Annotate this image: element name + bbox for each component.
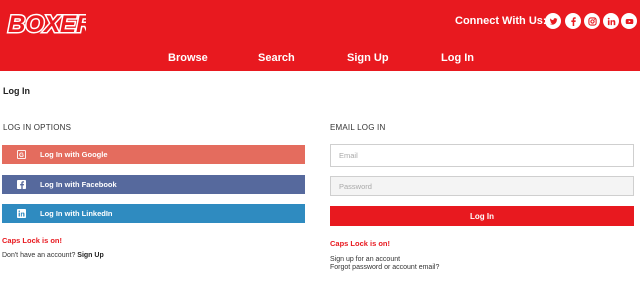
- site-header: BOXER Connect With Us: Browse Search Sig…: [0, 0, 640, 71]
- login-options-label: LOG IN OPTIONS: [3, 123, 72, 132]
- facebook-icon[interactable]: [565, 13, 581, 29]
- nav-browse[interactable]: Browse: [168, 52, 208, 64]
- create-account-link[interactable]: Sign up for an account: [330, 256, 400, 263]
- connect-label: Connect With Us:: [455, 15, 547, 27]
- facebook-login-label: Log In with Facebook: [40, 180, 117, 189]
- google-login-label: Log In with Google: [40, 150, 108, 159]
- google-login-button[interactable]: G Log In with Google: [2, 145, 305, 164]
- caps-lock-warning: Caps Lock is on!: [2, 236, 63, 245]
- password-placeholder: Password: [339, 181, 372, 191]
- youtube-icon[interactable]: [621, 13, 637, 29]
- linkedin-icon: [14, 209, 28, 218]
- caps-lock-warning-email: Caps Lock is on!: [330, 239, 391, 248]
- svg-text:G: G: [19, 152, 24, 159]
- signup-link[interactable]: Sign Up: [77, 252, 103, 259]
- svg-text:BOXER: BOXER: [8, 11, 86, 38]
- facebook-icon: [14, 180, 28, 189]
- facebook-login-button[interactable]: Log In with Facebook: [2, 175, 305, 194]
- page-title: Log In: [3, 86, 30, 96]
- nav-sign-up[interactable]: Sign Up: [347, 52, 389, 64]
- email-login-label: EMAIL LOG IN: [330, 123, 386, 132]
- email-placeholder: Email: [339, 151, 358, 160]
- forgot-password-link[interactable]: Forgot password or account email?: [330, 264, 439, 271]
- boxer-logo[interactable]: BOXER: [6, 6, 87, 39]
- nav-log-in[interactable]: Log In: [441, 52, 474, 64]
- linkedin-icon[interactable]: [603, 13, 619, 29]
- twitter-icon[interactable]: [545, 13, 561, 29]
- signup-prompt: Don't have an account? Sign Up: [2, 252, 104, 259]
- linkedin-login-button[interactable]: Log In with LinkedIn: [2, 204, 305, 223]
- login-button[interactable]: Log In: [330, 206, 634, 226]
- email-field[interactable]: Email: [330, 144, 634, 167]
- nav-search[interactable]: Search: [258, 52, 295, 64]
- signup-prompt-text: Don't have an account?: [2, 252, 76, 259]
- instagram-icon[interactable]: [584, 13, 600, 29]
- password-field[interactable]: Password: [330, 176, 634, 196]
- linkedin-login-label: Log In with LinkedIn: [40, 209, 113, 218]
- google-icon: G: [14, 150, 28, 159]
